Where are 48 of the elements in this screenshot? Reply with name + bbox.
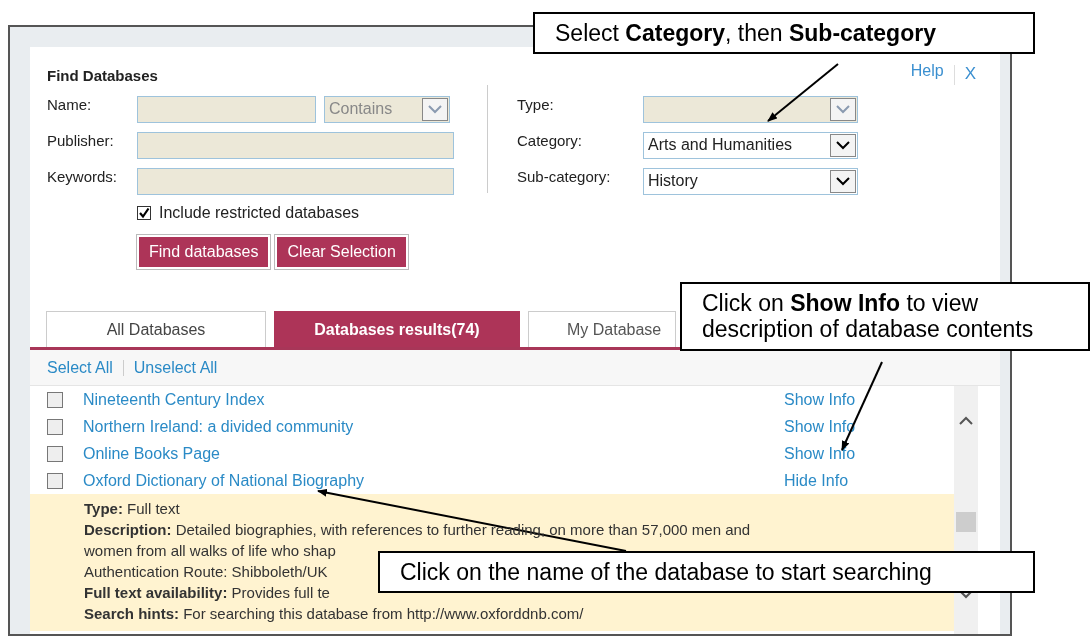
checkbox[interactable]: [47, 418, 63, 435]
selection-link[interactable]: Select All: [47, 355, 113, 380]
callout-tooltip: Click on the name of the database to start searching: [378, 551, 1035, 594]
info-line: Authentication Route: Shibboleth/UK: [84, 562, 328, 582]
database-link[interactable]: Northern Ireland: a divided community: [83, 417, 354, 435]
tab[interactable]: Databases results(74): [274, 311, 520, 347]
field-label: Keywords:: [47, 166, 119, 187]
help-link[interactable]: Help: [910, 59, 944, 83]
tab[interactable]: All Databases: [46, 311, 266, 347]
action-button[interactable]: Clear Selection: [275, 235, 408, 269]
info-link[interactable]: Show Info: [784, 441, 856, 466]
checkbox[interactable]: [47, 391, 63, 408]
checkbox[interactable]: [47, 472, 63, 489]
close-button[interactable]: X: [964, 61, 976, 87]
text-field[interactable]: [137, 95, 316, 123]
callout-tooltip: Select Category, then Sub-category: [533, 12, 1035, 55]
action-button[interactable]: Find databases: [137, 235, 271, 269]
info-link[interactable]: Show Info: [784, 387, 856, 412]
panel-title: Find Databases: [47, 66, 158, 86]
checkbox[interactable]: [137, 206, 151, 220]
field-label: Sub-category:: [517, 166, 612, 187]
field-label: Publisher:: [47, 130, 115, 151]
text-field[interactable]: [137, 167, 454, 195]
caret-icon: [830, 133, 856, 157]
database-link[interactable]: Nineteenth Century Index: [83, 390, 265, 408]
database-link[interactable]: Online Books Page: [83, 444, 220, 462]
info-line: Search hints: For searching this database from http://www.oxforddnb.com/: [84, 604, 584, 624]
field-label: Type:: [517, 94, 555, 115]
dropdown[interactable]: Arts and Humanities: [643, 131, 858, 159]
tab[interactable]: My Database: [528, 311, 676, 347]
dropdown[interactable]: History: [643, 167, 858, 195]
checkbox[interactable]: [47, 445, 63, 462]
text-field[interactable]: [137, 131, 454, 159]
caret-icon: [422, 97, 448, 121]
annotation-arrow: [767, 63, 839, 122]
caret-icon: [830, 97, 856, 121]
info-link[interactable]: Hide Info: [784, 468, 849, 493]
field-label: Name:: [47, 94, 93, 115]
field-label: Category:: [517, 130, 584, 151]
info-line: Type: Full text: [84, 499, 180, 519]
info-line: Full text availability: Provides full te: [84, 583, 330, 603]
selection-link[interactable]: Unselect All: [133, 355, 218, 380]
database-link[interactable]: Oxford Dictionary of National Biography: [83, 471, 365, 489]
callout-tooltip: Click on Show Info to view description of database contents: [680, 282, 1090, 351]
caret-icon: [830, 169, 856, 193]
info-line: women from all walks of life who shap: [84, 541, 336, 561]
checkbox-label: Include restricted databases: [159, 203, 360, 223]
scroll-thumb[interactable]: [956, 512, 976, 532]
